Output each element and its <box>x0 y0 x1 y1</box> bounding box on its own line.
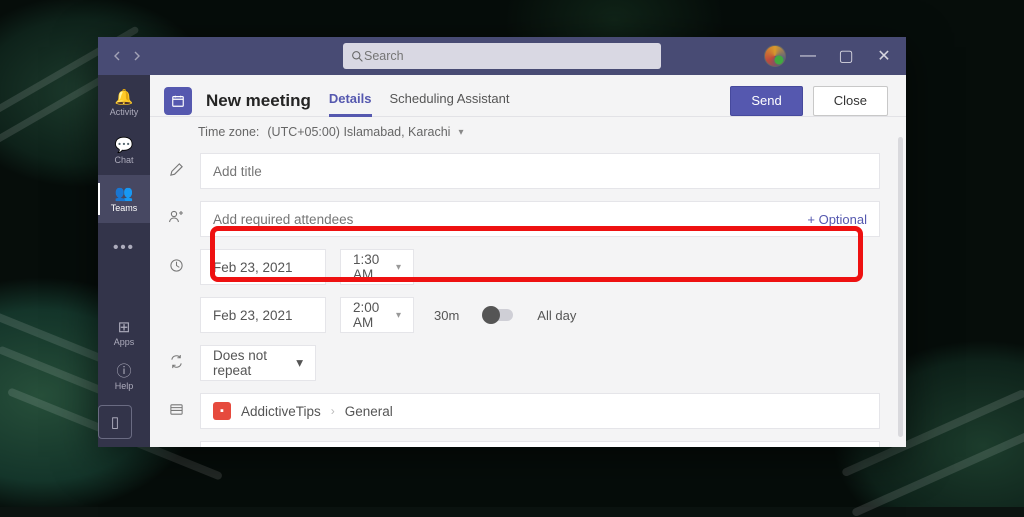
timezone-prefix: Time zone: <box>198 125 259 139</box>
channel-icon <box>166 402 186 421</box>
timezone-selector[interactable]: Time zone: (UTC+05:00) Islamabad, Karach… <box>150 117 906 147</box>
channel-name: General <box>345 404 393 419</box>
title-field[interactable] <box>200 153 880 189</box>
teams-window: — ▢ ✕ 🔔 Activity 💬 Chat 👥 Teams ••• <box>98 37 906 447</box>
chevron-down-icon: ▾ <box>396 262 401 273</box>
edit-icon <box>166 162 186 181</box>
people-icon <box>166 209 186 229</box>
duration-label: 30m <box>434 308 459 323</box>
title-input[interactable] <box>213 164 867 179</box>
help-icon: ⓘ <box>116 364 131 379</box>
chevron-right-icon: › <box>331 404 335 418</box>
close-button[interactable]: Close <box>813 86 888 116</box>
rail-item-apps[interactable]: ⊞ Apps <box>98 311 150 355</box>
search-icon <box>351 50 364 63</box>
optional-attendees-button[interactable]: + Optional <box>807 212 867 227</box>
content-area: New meeting Details Scheduling Assistant… <box>150 75 906 447</box>
attendees-input[interactable] <box>213 212 807 227</box>
scrollbar[interactable] <box>898 137 903 437</box>
page-title: New meeting <box>206 91 311 111</box>
location-field[interactable] <box>200 441 880 447</box>
window-minimize-button[interactable]: — <box>792 42 824 70</box>
tab-scheduling-assistant[interactable]: Scheduling Assistant <box>390 85 510 116</box>
rail-item-help[interactable]: ⓘ Help <box>98 355 150 399</box>
calendar-icon <box>164 87 192 115</box>
device-icon: ▯ <box>111 415 119 430</box>
apps-icon: ⊞ <box>118 320 131 335</box>
page-header: New meeting Details Scheduling Assistant… <box>150 75 906 116</box>
allday-label: All day <box>537 308 576 323</box>
channel-field[interactable]: ▪ AddictiveTips › General <box>200 393 880 429</box>
rail-label: Help <box>115 381 134 391</box>
more-icon: ••• <box>113 240 135 255</box>
rail-item-activity[interactable]: 🔔 Activity <box>98 79 150 127</box>
channel-team: AddictiveTips <box>241 404 321 419</box>
team-badge: ▪ <box>213 402 231 420</box>
chevron-down-icon: ▾ <box>458 127 463 138</box>
titlebar: — ▢ ✕ <box>98 37 906 75</box>
send-button[interactable]: Send <box>730 86 802 116</box>
tab-details[interactable]: Details <box>329 85 372 116</box>
nav-forward-button[interactable] <box>128 47 146 65</box>
clock-icon <box>166 258 186 277</box>
rail-item-teams[interactable]: 👥 Teams <box>98 175 150 223</box>
chevron-down-icon: ▾ <box>296 355 303 371</box>
chat-icon: 💬 <box>115 138 134 153</box>
app-rail: 🔔 Activity 💬 Chat 👥 Teams ••• ⊞ Apps <box>98 75 150 447</box>
timezone-value: (UTC+05:00) Islamabad, Karachi <box>267 125 450 139</box>
rail-item-more[interactable]: ••• <box>98 223 150 271</box>
end-time-field[interactable]: 2:00 AM▾ <box>340 297 414 333</box>
teams-icon: 👥 <box>115 186 134 201</box>
start-time-field[interactable]: 1:30 AM▾ <box>340 249 414 285</box>
nav-back-button[interactable] <box>108 47 126 65</box>
rail-label: Teams <box>111 203 138 213</box>
window-maximize-button[interactable]: ▢ <box>830 42 862 70</box>
rail-item-chat[interactable]: 💬 Chat <box>98 127 150 175</box>
rail-label: Activity <box>110 107 139 117</box>
allday-toggle[interactable] <box>483 309 513 321</box>
rail-label: Apps <box>114 337 135 347</box>
rail-label: Chat <box>114 155 133 165</box>
search-box[interactable] <box>343 43 661 69</box>
repeat-icon <box>166 354 186 373</box>
start-date-field[interactable]: Feb 23, 2021 <box>200 249 326 285</box>
avatar[interactable] <box>764 45 786 67</box>
end-date-field[interactable]: Feb 23, 2021 <box>200 297 326 333</box>
bell-icon: 🔔 <box>115 90 134 105</box>
search-input[interactable] <box>364 49 653 63</box>
repeat-field[interactable]: Does not repeat▾ <box>200 345 316 381</box>
window-close-button[interactable]: ✕ <box>868 42 900 70</box>
chevron-down-icon: ▾ <box>396 310 401 321</box>
attendees-field[interactable]: + Optional <box>200 201 880 237</box>
rail-item-device[interactable]: ▯ <box>98 405 132 439</box>
